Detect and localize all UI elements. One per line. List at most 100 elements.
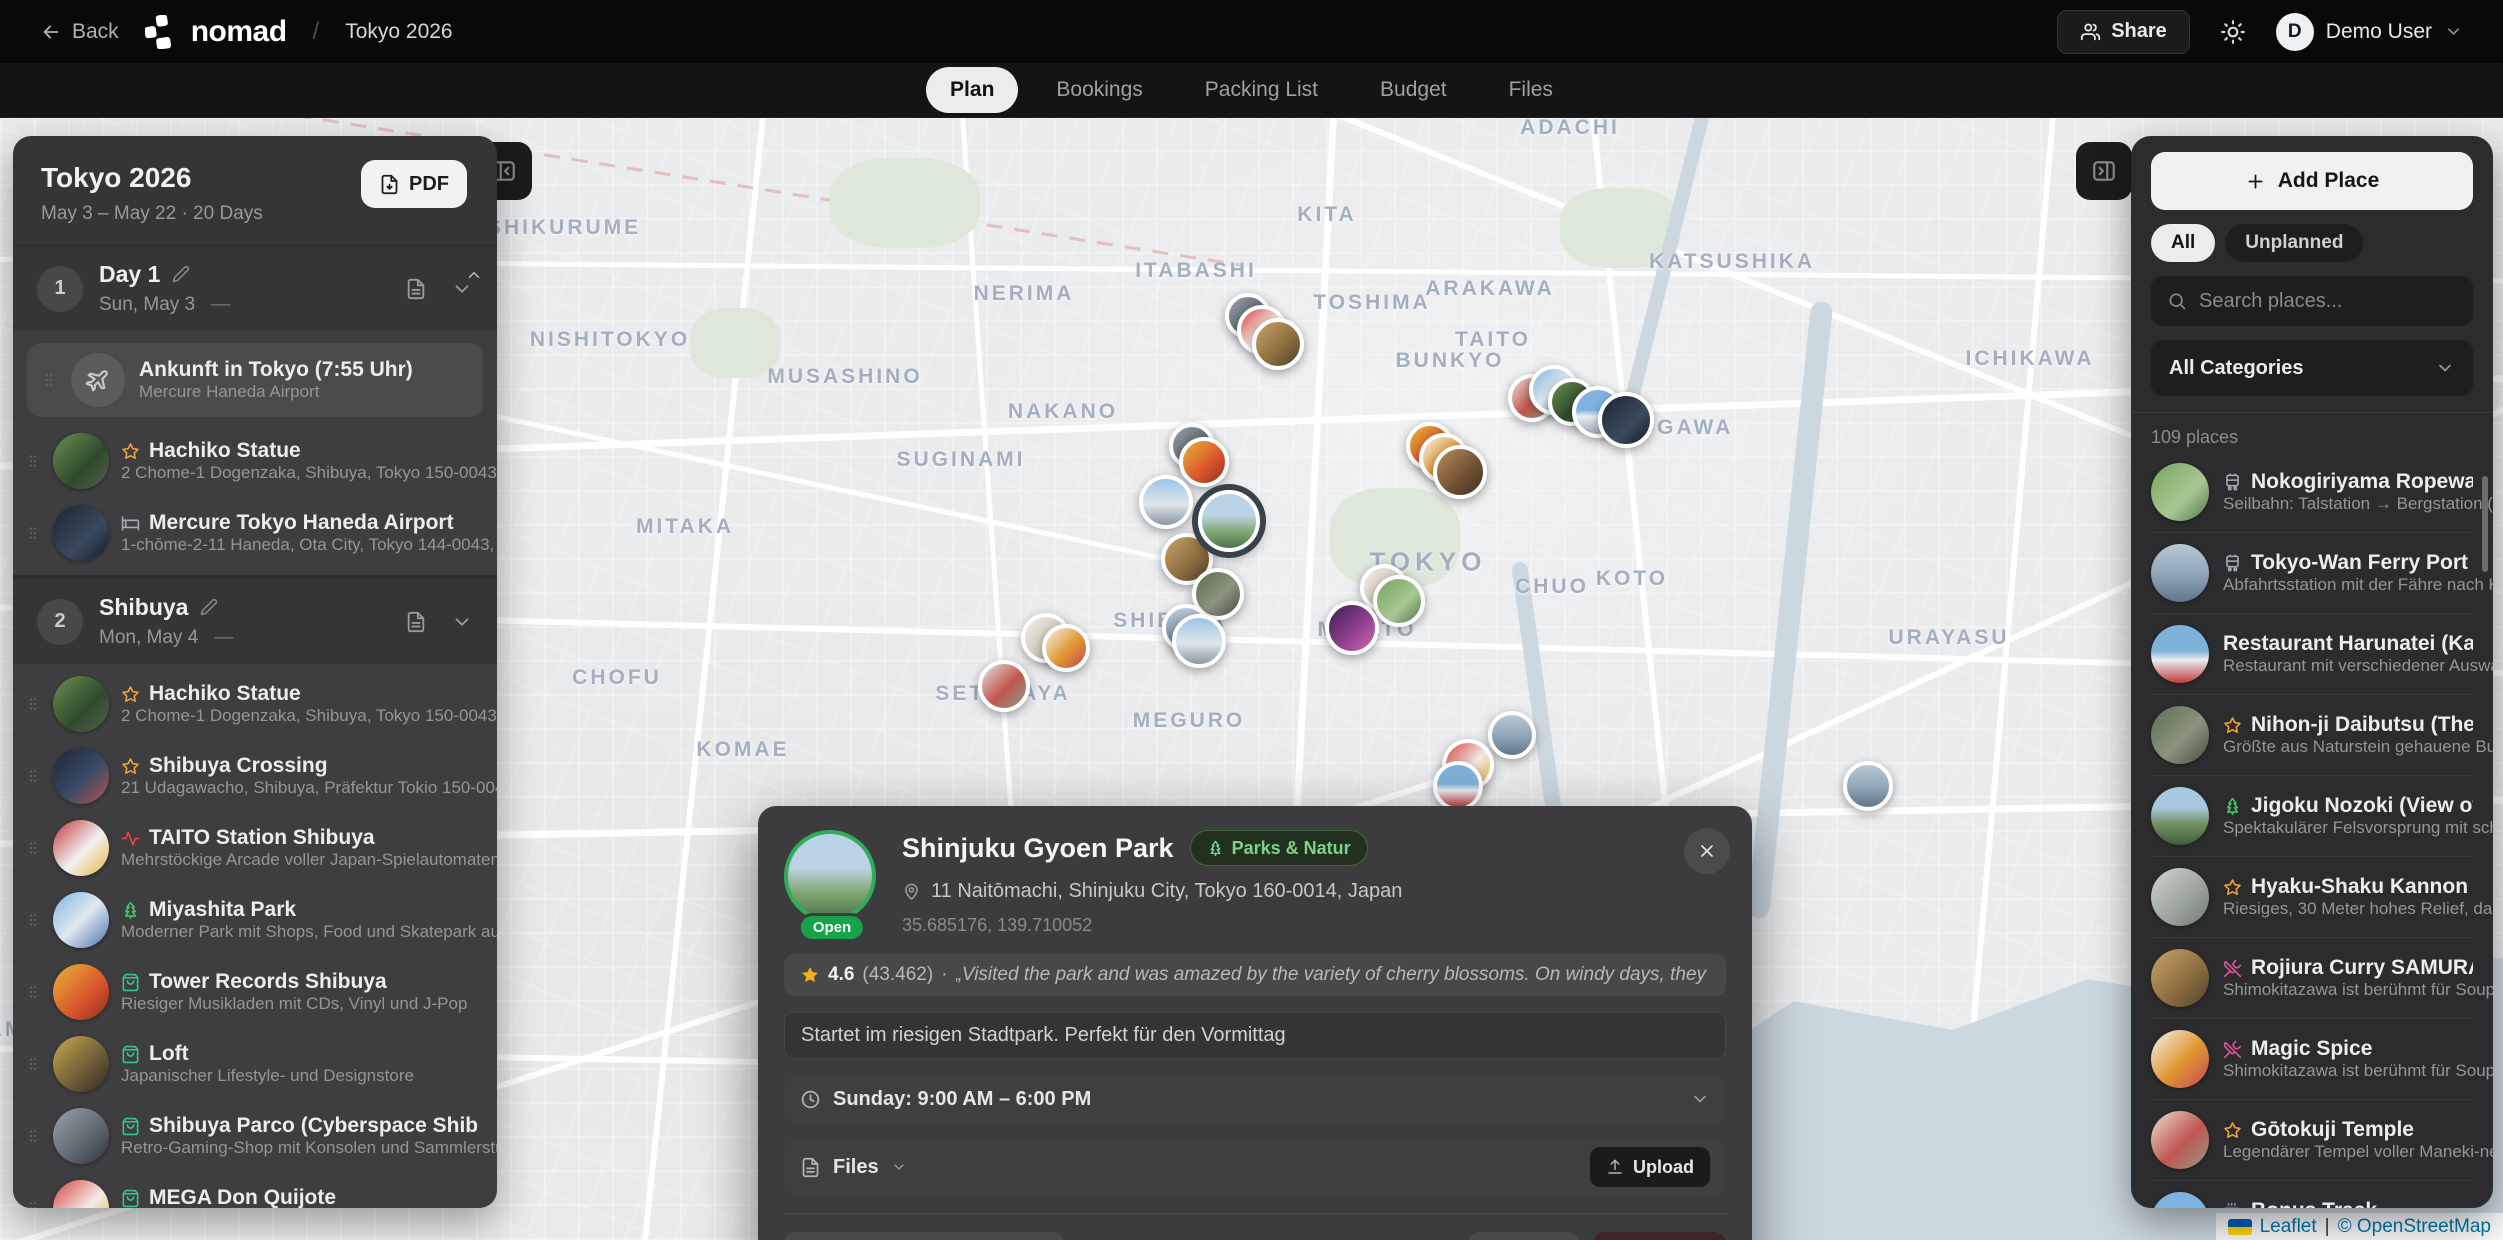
filter-unplanned[interactable]: Unplanned	[2225, 224, 2363, 262]
day-list: 1 Day 1 Sun, May 3 — Ankunft i	[13, 246, 497, 1208]
map-marker[interactable]	[1488, 711, 1536, 759]
map-marker[interactable]	[1433, 445, 1487, 499]
drag-handle[interactable]	[25, 1128, 41, 1144]
place-list-item[interactable]: Rojiura Curry SAMURAI. Shim... Shimokita…	[2151, 938, 2473, 1019]
drag-handle[interactable]	[25, 984, 41, 1000]
place-subtitle: 2 Chome-1 Dogenzaka, Shibuya, Tokyo 150-…	[121, 463, 497, 482]
filter-all[interactable]: All	[2151, 224, 2215, 262]
map-marker[interactable]	[1139, 475, 1193, 529]
delete-button[interactable]: Delete	[1593, 1232, 1726, 1240]
nomad-logo-icon	[145, 15, 179, 49]
export-pdf-button[interactable]: PDF	[361, 160, 467, 208]
day-notes-button[interactable]	[405, 611, 427, 633]
tab-bookings[interactable]: Bookings	[1032, 67, 1166, 113]
edit-day-button[interactable]	[200, 598, 218, 616]
waypoint-card[interactable]: Ankunft in Tokyo (7:55 Uhr) Mercure Hane…	[27, 343, 483, 417]
category-badge: Parks & Natur	[1190, 830, 1368, 866]
place-list-item[interactable]: Tokyo-Wan Ferry Port Kuriha... Abfahrtss…	[2151, 533, 2473, 614]
coffee-icon	[2223, 1202, 2242, 1209]
itinerary-place-row[interactable]: Shibuya Parco (Cyberspace Shibuya) Retro…	[13, 1100, 497, 1172]
drag-handle[interactable]	[25, 453, 41, 469]
share-button[interactable]: Share	[2057, 10, 2190, 54]
upload-button[interactable]: Upload	[1590, 1147, 1710, 1187]
breadcrumb-trip-title: Tokyo 2026	[345, 20, 452, 44]
chevron-down-icon	[1690, 1089, 1710, 1109]
map-marker[interactable]	[1042, 624, 1090, 672]
drag-handle[interactable]	[25, 525, 41, 541]
itinerary-place-row[interactable]: Hachiko Statue 2 Chome-1 Dogenzaka, Shib…	[13, 425, 497, 497]
edit-button[interactable]: Edit	[1468, 1232, 1579, 1240]
place-address: 11 Naitōmachi, Shinjuku City, Tokyo 160-…	[902, 880, 1726, 903]
drag-handle[interactable]	[25, 768, 41, 784]
drag-handle[interactable]	[41, 372, 57, 388]
day-header[interactable]: 2 Shibuya Mon, May 4 —	[13, 579, 497, 664]
tab-budget[interactable]: Budget	[1356, 67, 1471, 113]
place-subtitle: Größte aus Naturstein gehauene Buddha...	[2223, 737, 2493, 756]
itinerary-place-row[interactable]: TAITO Station Shibuya Mehrstöckige Arcad…	[13, 812, 497, 884]
itinerary-place-row[interactable]: Miyashita Park Moderner Park mit Shops, …	[13, 884, 497, 956]
tab-packing-list[interactable]: Packing List	[1181, 67, 1342, 113]
scroll-up-indicator[interactable]	[465, 266, 483, 284]
note-input[interactable]	[784, 1012, 1726, 1059]
day-notes-button[interactable]	[405, 278, 427, 300]
close-card-button[interactable]	[1684, 828, 1730, 874]
scrollbar-thumb[interactable]	[2482, 476, 2488, 572]
files-row[interactable]: Files Upload	[784, 1139, 1726, 1195]
osm-link[interactable]: © OpenStreetMap	[2338, 1216, 2491, 1238]
back-button[interactable]: Back	[40, 20, 119, 44]
opening-hours-row[interactable]: Sunday: 9:00 AM – 6:00 PM	[784, 1075, 1726, 1123]
itinerary-place-row[interactable]: Mercure Tokyo Haneda Airport 1-chōme-2-1…	[13, 497, 497, 569]
district-label: ADACHI	[1520, 118, 1620, 140]
itinerary-place-row[interactable]: Hachiko Statue 2 Chome-1 Dogenzaka, Shib…	[13, 668, 497, 740]
tab-plan[interactable]: Plan	[926, 67, 1018, 113]
drag-handle[interactable]	[25, 696, 41, 712]
place-list-item[interactable]: Jigoku Nozoki (View of Hell) Spektakulär…	[2151, 776, 2473, 857]
tree-icon	[1207, 840, 1224, 857]
map-marker[interactable]	[1325, 601, 1379, 655]
place-list-item[interactable]: Hyaku-Shaku Kannon Riesiges, 30 Meter ho…	[2151, 857, 2473, 938]
map-marker-selected[interactable]	[1198, 490, 1260, 552]
drag-handle[interactable]	[25, 1056, 41, 1072]
search-input[interactable]	[2199, 290, 2464, 313]
itinerary-place-row[interactable]: Loft Japanischer Lifestyle- und Designst…	[13, 1028, 497, 1100]
day-header[interactable]: 1 Day 1 Sun, May 3 —	[13, 246, 497, 331]
clock-icon	[800, 1089, 821, 1110]
itinerary-place-row[interactable]: Shibuya Crossing 21 Udagawacho, Shibuya,…	[13, 740, 497, 812]
places-list: Nokogiriyama Ropeway Sum... Seilbahn: Ta…	[2151, 452, 2473, 1208]
drag-handle[interactable]	[25, 840, 41, 856]
map-marker[interactable]	[1373, 575, 1425, 627]
itinerary-place-row[interactable]: Tower Records Shibuya Riesiger Musiklade…	[13, 956, 497, 1028]
drag-handle[interactable]	[25, 912, 41, 928]
theme-toggle-button[interactable]	[2220, 19, 2246, 45]
map-marker[interactable]	[1172, 614, 1226, 668]
tab-files[interactable]: Files	[1485, 67, 1577, 113]
place-list-item[interactable]: Gōtokuji Temple Legendärer Tempel voller…	[2151, 1100, 2473, 1181]
place-list-item[interactable]: Nokogiriyama Ropeway Sum... Seilbahn: Ta…	[2151, 452, 2473, 533]
user-menu[interactable]: D Demo User	[2276, 13, 2463, 51]
place-list-item[interactable]: Restaurant Harunatei (Kanaya Po... Resta…	[2151, 614, 2473, 695]
map-marker[interactable]	[1433, 761, 1483, 811]
place-list-item[interactable]: Magic Spice Shimokitazawa ist berühmt fü…	[2151, 1019, 2473, 1100]
edit-day-button[interactable]	[172, 265, 190, 283]
map-marker[interactable]	[1179, 437, 1229, 487]
day-date: Mon, May 4	[99, 627, 198, 649]
open-google-maps-button[interactable]: Open in Google Maps	[784, 1232, 1064, 1240]
map-marker[interactable]	[1252, 318, 1304, 370]
place-list-item[interactable]: Bonus Track Modernes, dörfliches Café-Ar…	[2151, 1181, 2473, 1208]
itinerary-place-row[interactable]: MEGA Don Quijote Chaotischer 24h-Discoun…	[13, 1172, 497, 1208]
add-place-button[interactable]: Add Place	[2151, 152, 2473, 210]
leaflet-link[interactable]: Leaflet	[2260, 1216, 2317, 1238]
category-dropdown[interactable]: All Categories	[2151, 340, 2473, 396]
map-marker[interactable]	[1843, 761, 1893, 811]
place-list-item[interactable]: Nihon-ji Daibutsu (The Great ... Größte …	[2151, 695, 2473, 776]
map-marker[interactable]	[978, 660, 1030, 712]
drag-handle[interactable]	[25, 1200, 41, 1208]
place-thumbnail	[2151, 1111, 2209, 1169]
collapse-right-panel-button[interactable]	[2076, 142, 2132, 200]
district-label: CHUO	[1515, 575, 1589, 599]
brand-logo[interactable]: nomad	[145, 15, 287, 49]
map-marker[interactable]	[1598, 392, 1654, 448]
collapse-day-button[interactable]	[451, 611, 473, 633]
filter-pills: All Unplanned	[2151, 224, 2473, 262]
tram-icon	[2223, 473, 2242, 492]
